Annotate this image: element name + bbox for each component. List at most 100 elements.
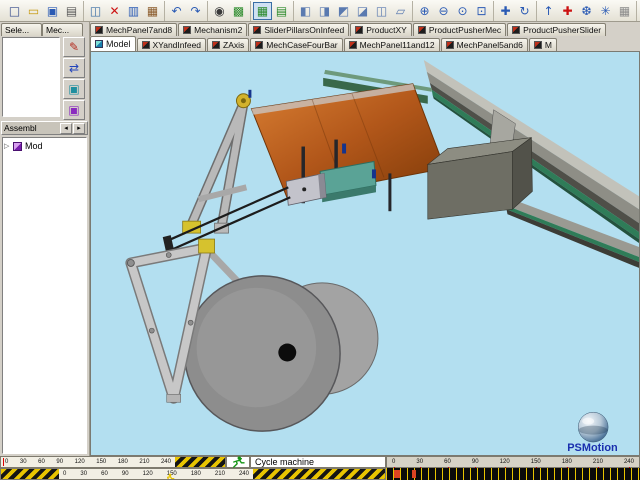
application-window: □▭▣▤◫✕▥▦↶↷◉▩▦▤◧◨◩◪◫▱⊕⊖⊙⊡✚↻↑✚❆✳▦ MechPane… (0, 0, 640, 480)
toolbar-group: ▦▤ (251, 1, 294, 21)
runner-icon (229, 456, 247, 468)
assembly-tree[interactable]: ▷ Mod (2, 137, 87, 454)
render-icon[interactable]: ▩ (229, 2, 248, 20)
mechanism-tab-icon (212, 41, 220, 49)
view-front-icon[interactable]: ◩ (334, 2, 353, 20)
ruler-number: 180 (562, 459, 572, 465)
paste-icon[interactable]: ▦ (143, 2, 162, 20)
tab-zaxis[interactable]: ZAxis (207, 38, 249, 51)
tab-xyandinfeed[interactable]: XYandInfeed (137, 38, 207, 51)
assembly-cube-icon[interactable]: ▣ (63, 100, 85, 120)
tab-label: MechPanel7and8 (106, 25, 172, 35)
ruler-number: 180 (118, 459, 128, 465)
cycle-red-segment (412, 470, 416, 478)
cycle-track-bar[interactable] (386, 468, 640, 480)
view-back-icon[interactable]: ◪ (353, 2, 372, 20)
mechanism-tab-icon (253, 26, 261, 34)
tab-mechpanel11and12[interactable]: MechPanel11and12 (344, 38, 440, 51)
cycle-ruler[interactable]: 0306090120150180210240 (386, 456, 640, 468)
ruler-number: 0 (392, 459, 395, 465)
chart-icon[interactable]: ▤ (272, 2, 291, 20)
sidebar-tab-mechanism[interactable]: Mec... (42, 23, 83, 36)
rotate-view-icon[interactable]: ↻ (515, 2, 534, 20)
hazard-stripes (175, 457, 225, 467)
toolbar-group: ⊕⊖⊙⊡ (413, 1, 494, 21)
solid-cube-icon[interactable]: ▣ (63, 79, 85, 99)
assembly-cube-icon (13, 142, 22, 151)
settings-icon[interactable]: ✳ (596, 2, 615, 20)
ruler-number: 120 (143, 471, 153, 477)
model-tab-icon (95, 40, 103, 48)
runner-marker-icon[interactable] (163, 470, 175, 480)
toolbar-group: □▭▣▤ (3, 1, 84, 21)
sketch-pencil-icon[interactable]: ✎ (63, 37, 85, 57)
assembly-header-label: Assembl (4, 123, 37, 133)
sidebar-tab-select[interactable]: Sele... (1, 23, 42, 36)
tab-productpusherslider[interactable]: ProductPusherSlider (507, 23, 606, 36)
mechanism-tab-icon (142, 41, 150, 49)
mechanism-tab-icon (355, 26, 363, 34)
tab-productpushermec[interactable]: ProductPusherMec (413, 23, 506, 36)
sidebar: Sele... Mec... ✎⇄▣▣ Assembl ◂ ▸ ▷ Mod (0, 22, 90, 456)
zoom-out-icon[interactable]: ⊖ (434, 2, 453, 20)
tree-expand-icon[interactable]: ▷ (4, 142, 12, 150)
ruler-number: 60 (101, 471, 108, 477)
tab-label: Mechanism2 (194, 25, 242, 35)
ruler-number: 120 (500, 459, 510, 465)
open-icon[interactable]: ▭ (24, 2, 43, 20)
tab-mechanism2[interactable]: Mechanism2 (178, 23, 247, 36)
undo-icon[interactable]: ↶ (167, 2, 186, 20)
ruler-number: 210 (139, 459, 149, 465)
mechanism-tab-icon (95, 26, 103, 34)
cycle-name-field[interactable]: Cycle machine (250, 456, 386, 468)
hazard-stripes (1, 469, 59, 479)
toolbar: □▭▣▤◫✕▥▦↶↷◉▩▦▤◧◨◩◪◫▱⊕⊖⊙⊡✚↻↑✚❆✳▦ (0, 0, 640, 22)
grid-icon[interactable]: ▦ (615, 2, 634, 20)
pan-icon[interactable]: ✚ (496, 2, 515, 20)
print-icon[interactable]: ▤ (62, 2, 81, 20)
tab-mechpanel7and8[interactable]: MechPanel7and8 (90, 23, 177, 36)
window-tile-icon[interactable]: ◨ (315, 2, 334, 20)
save-icon[interactable]: ▣ (43, 2, 62, 20)
add-icon[interactable]: ✚ (558, 2, 577, 20)
window-cascade-icon[interactable]: ◧ (296, 2, 315, 20)
tab-model[interactable]: Model (90, 36, 136, 51)
tree-item-model[interactable]: ▷ Mod (4, 140, 85, 152)
timeline-tape-top[interactable]: 0306090120150180210240 (0, 456, 226, 468)
selection-list[interactable] (2, 37, 60, 117)
copy-icon[interactable]: ▥ (124, 2, 143, 20)
new-icon[interactable]: □ (5, 2, 24, 20)
assembly-spin-left-button[interactable]: ◂ (60, 123, 72, 134)
timeline-tape-bottom[interactable]: 0306090120150180210240 (0, 468, 386, 480)
tab-m[interactable]: M (529, 38, 557, 51)
tab-mechpanel5and6[interactable]: MechPanel5and6 (441, 38, 528, 51)
tab-label: MechPanel5and6 (457, 40, 523, 50)
timeline-start-marker (3, 458, 4, 466)
delete-icon[interactable]: ✕ (105, 2, 124, 20)
hazard-stripes (253, 469, 385, 479)
export-icon[interactable]: ◫ (86, 2, 105, 20)
tab-label: ProductPusherSlider (523, 25, 601, 35)
zoom-extents-icon[interactable]: ⊙ (453, 2, 472, 20)
zoom-in-icon[interactable]: ⊕ (415, 2, 434, 20)
tab-productxy[interactable]: ProductXY (350, 23, 412, 36)
zoom-window-icon[interactable]: ⊡ (472, 2, 491, 20)
toolbar-group: ↑✚❆✳▦ (537, 1, 637, 21)
view-iso-icon[interactable]: ▱ (391, 2, 410, 20)
timeline-numbers-top: 0306090120150180210240 (1, 457, 175, 467)
mechanism-tab-row-2: ModelXYandInfeedZAxisMechCaseFourBarMech… (90, 36, 640, 51)
tab-sliderpillarsoninfeed[interactable]: SliderPillarsOnInfeed (248, 23, 349, 36)
camera-icon[interactable]: ◉ (210, 2, 229, 20)
data-table-icon[interactable]: ▦ (253, 2, 272, 20)
redo-icon[interactable]: ↷ (186, 2, 205, 20)
move-up-icon[interactable]: ↑ (539, 2, 558, 20)
snap-icon[interactable]: ❆ (577, 2, 596, 20)
run-cycle-button[interactable] (226, 456, 250, 468)
assembly-spin-right-button[interactable]: ▸ (73, 123, 85, 134)
tab-mechcasefourbar[interactable]: MechCaseFourBar (250, 38, 342, 51)
toolbar-group: ◉▩ (208, 1, 251, 21)
3d-viewport[interactable]: PSMotion (90, 51, 640, 456)
view-side-icon[interactable]: ◫ (372, 2, 391, 20)
measure-axis-icon[interactable]: ⇄ (63, 58, 85, 78)
mechanism-tab-icon (255, 41, 263, 49)
